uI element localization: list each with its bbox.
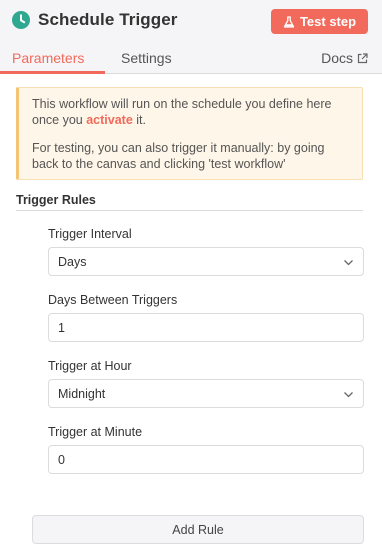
tab-settings[interactable]: Settings [121, 50, 172, 66]
notice-line-2: For testing, you can also trigger it man… [32, 141, 325, 171]
days-between-triggers-label: Days Between Triggers [48, 293, 178, 307]
activation-notice: This workflow will run on the schedule y… [16, 87, 363, 180]
flask-icon [283, 15, 295, 28]
tab-parameters[interactable]: Parameters [12, 50, 84, 66]
trigger-hour-value: Midnight [58, 386, 106, 401]
trigger-hour-select[interactable]: Midnight [48, 379, 364, 408]
trigger-hour-label: Trigger at Hour [48, 359, 132, 373]
docs-label: Docs [321, 50, 353, 66]
docs-link[interactable]: Docs [321, 50, 368, 66]
test-step-button[interactable]: Test step [271, 9, 368, 34]
chevron-down-icon [344, 392, 353, 398]
trigger-rules-title: Trigger Rules [16, 193, 96, 207]
add-rule-button[interactable]: Add Rule [32, 515, 364, 544]
trigger-interval-label: Trigger Interval [48, 227, 132, 241]
trigger-minute-input[interactable] [48, 445, 364, 474]
trigger-interval-value: Days [58, 254, 87, 269]
section-divider [16, 210, 363, 211]
trigger-interval-select[interactable]: Days [48, 247, 364, 276]
test-step-label: Test step [299, 14, 357, 29]
notice-text: This workflow will run on the schedule y… [32, 97, 332, 127]
clock-icon [12, 11, 30, 29]
external-link-icon [357, 52, 368, 63]
trigger-minute-label: Trigger at Minute [48, 425, 143, 439]
node-header: Schedule Trigger Test step Parameters Se… [0, 0, 382, 74]
title-row: Schedule Trigger Test step [0, 0, 382, 42]
days-between-triggers-input[interactable] [48, 313, 364, 342]
node-title: Schedule Trigger [38, 10, 178, 29]
notice-line-1: This workflow will run on the schedule y… [32, 96, 352, 128]
activate-link[interactable]: activate [86, 113, 133, 127]
notice-text-end: it. [132, 113, 146, 127]
active-tab-indicator [0, 71, 105, 74]
chevron-down-icon [344, 260, 353, 266]
